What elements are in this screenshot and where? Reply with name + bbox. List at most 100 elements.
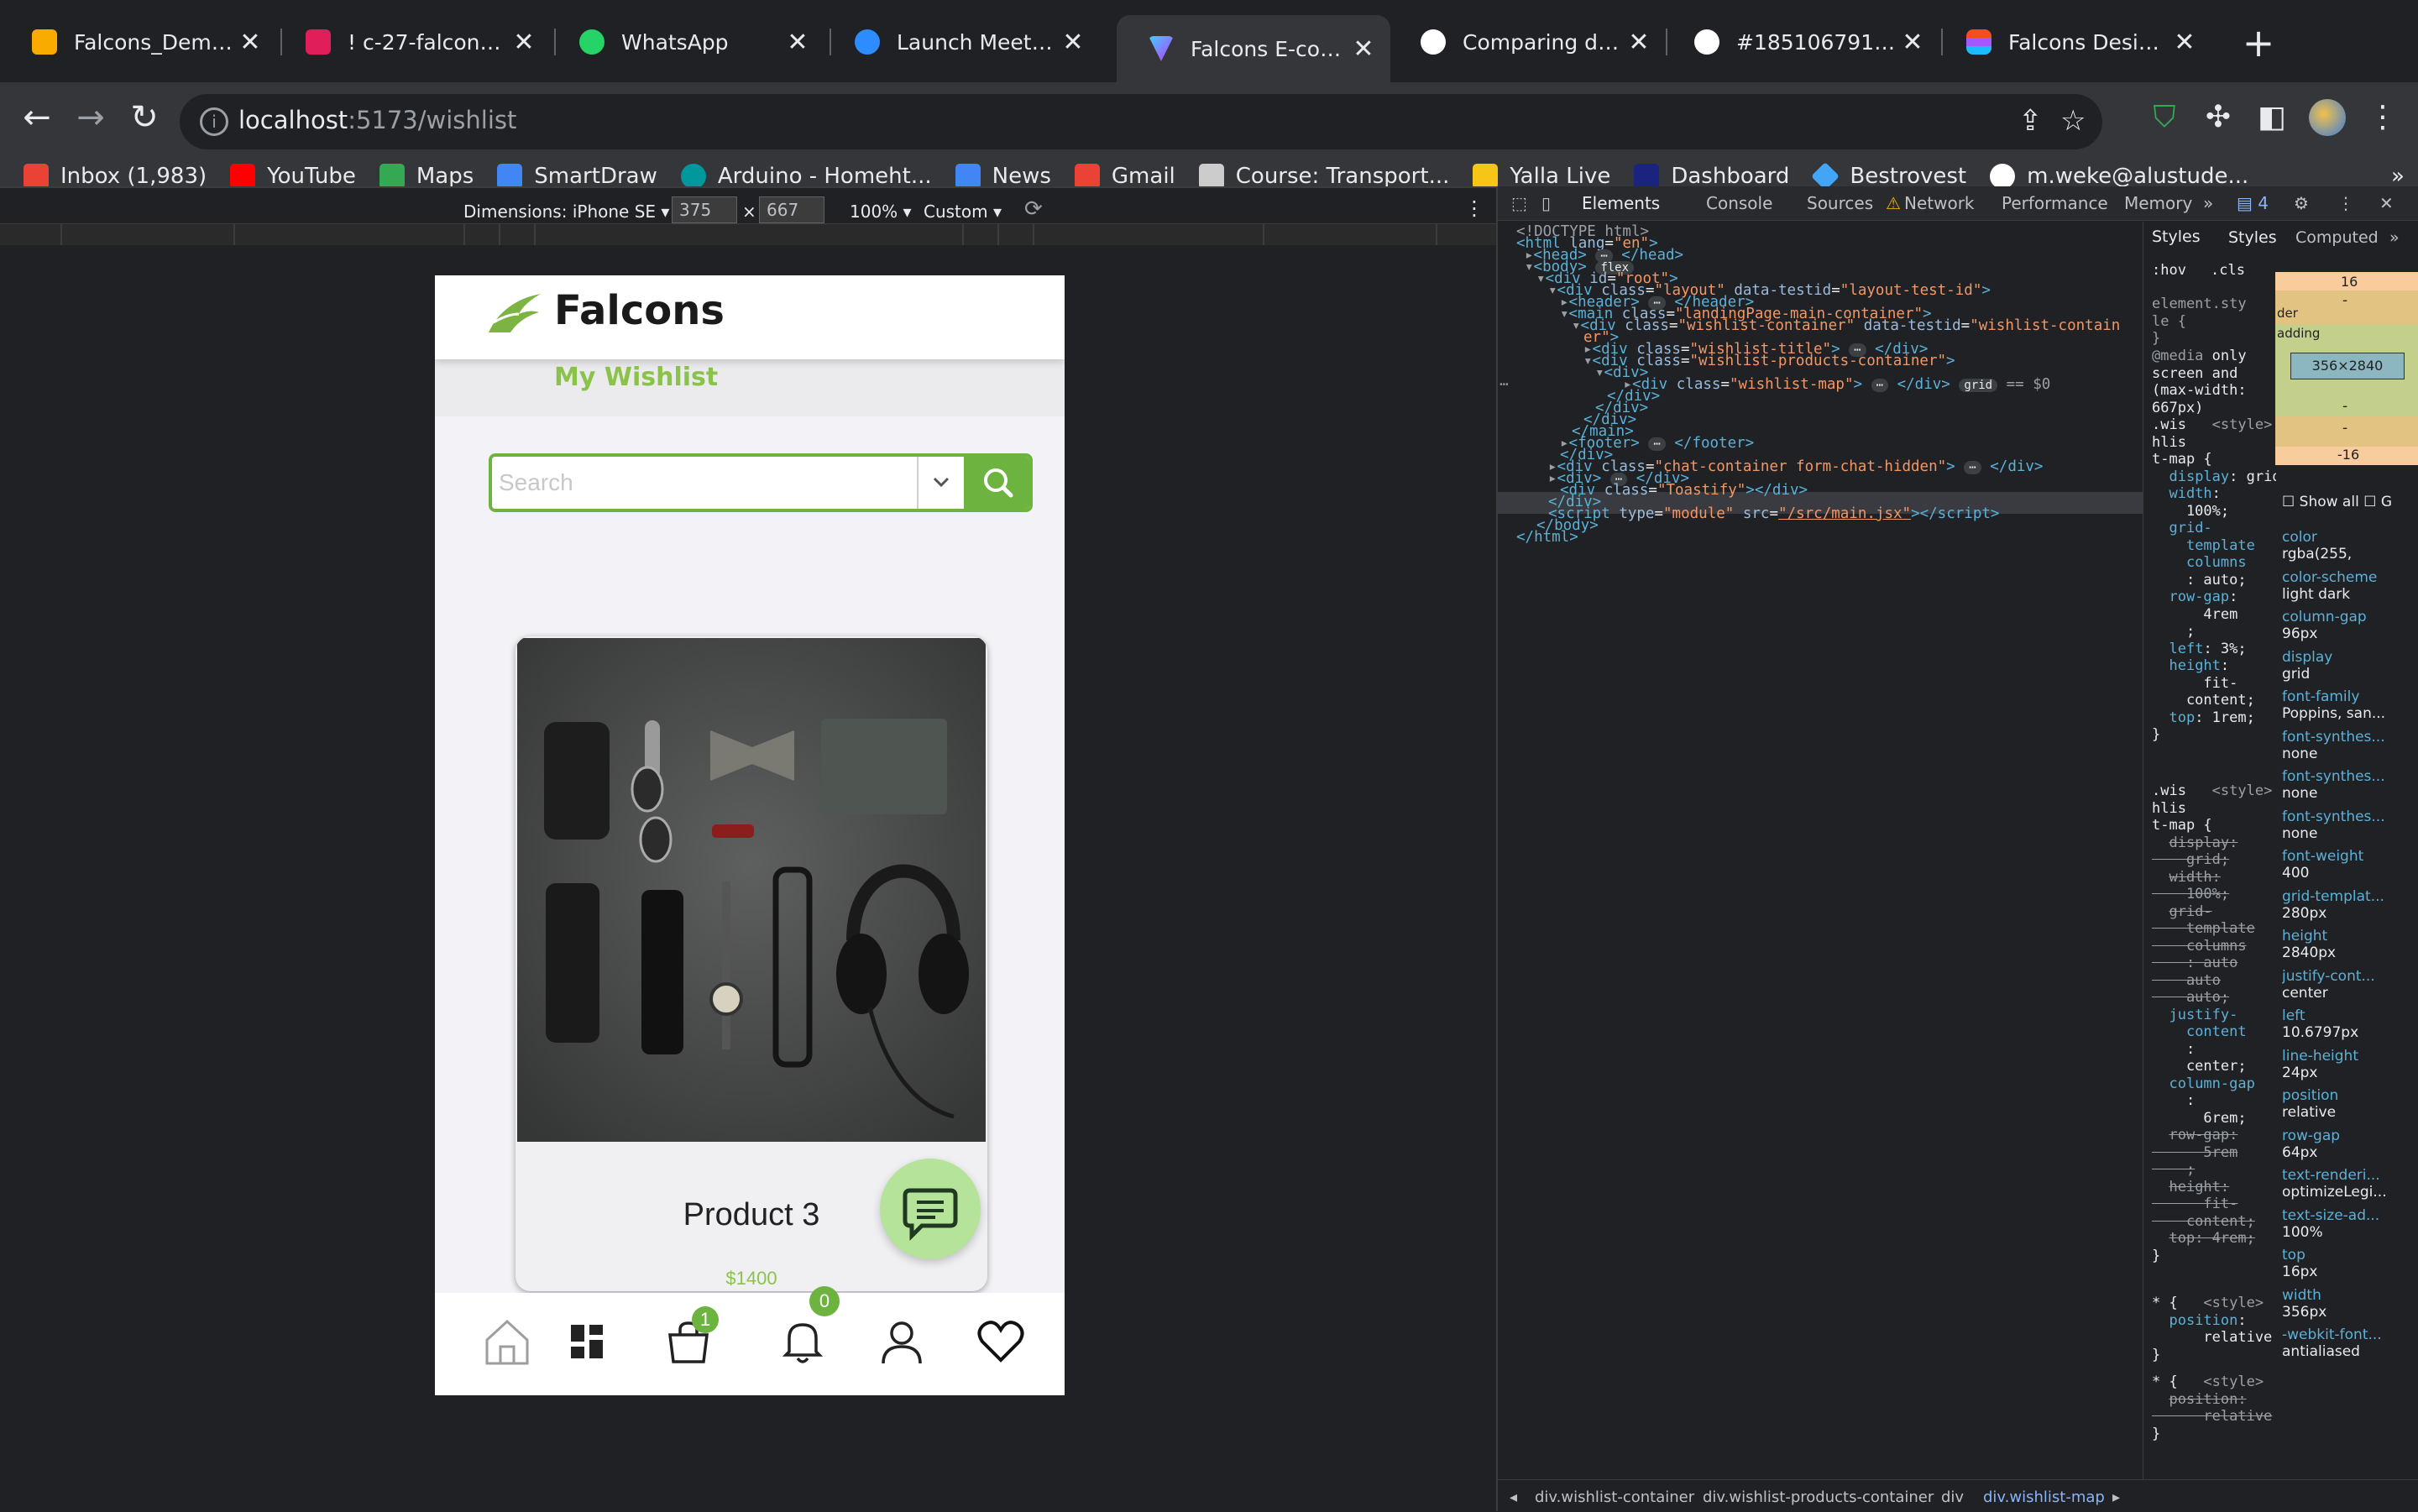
computed-property[interactable]: column-gap 96px — [2282, 609, 2418, 642]
share-icon[interactable]: ⇪ — [2018, 104, 2043, 138]
computed-property[interactable]: text-size-ad... 100% — [2282, 1207, 2418, 1241]
throttle-select[interactable]: Custom ▾ — [924, 201, 1002, 222]
product-image[interactable] — [517, 638, 986, 1142]
browser-tab[interactable]: Launch Meeting - ✕ — [823, 15, 1100, 69]
search-category-dropdown[interactable] — [917, 457, 964, 509]
new-tab-button[interactable]: + — [2233, 20, 2284, 65]
tab-performance[interactable]: Performance — [2002, 193, 2108, 213]
computed-property[interactable]: -webkit-font... antialiased — [2282, 1326, 2418, 1360]
close-tab-icon[interactable]: ✕ — [1347, 34, 1380, 64]
forward-button[interactable]: → — [65, 92, 116, 143]
bookmark-item[interactable]: YouTube — [230, 164, 356, 189]
computed-property[interactable]: color-scheme light dark — [2282, 569, 2418, 603]
profile-icon[interactable] — [875, 1315, 929, 1368]
bookmark-item[interactable]: Dashboard — [1634, 164, 1789, 189]
computed-property[interactable]: font-weight 400 — [2282, 848, 2418, 882]
computed-property[interactable]: top 16px — [2282, 1247, 2418, 1280]
bookmark-item[interactable]: Inbox (1,983) — [24, 164, 207, 189]
bookmark-item[interactable]: Gmail — [1074, 164, 1175, 189]
computed-property[interactable]: font-family Poppins, san... — [2282, 688, 2418, 722]
computed-property[interactable]: font-synthes... none — [2282, 768, 2418, 802]
computed-property[interactable]: font-synthes... none — [2282, 808, 2418, 842]
style-rule[interactable]: @media only screen and (max-width: 667px… — [2152, 348, 2276, 744]
bookmark-item[interactable]: SmartDraw — [497, 164, 657, 189]
search-button[interactable] — [964, 457, 1029, 509]
browser-tab[interactable]: WhatsApp ✕ — [547, 15, 824, 69]
styles-tab-label[interactable]: Styles — [2228, 228, 2277, 247]
tab-console[interactable]: Console — [1706, 193, 1772, 213]
bookmark-item[interactable]: m.weke@alustude... — [1990, 164, 2248, 189]
tab-network[interactable]: Network — [1904, 193, 1975, 213]
breadcrumb-item[interactable]: div.wishlist-container — [1535, 1488, 1694, 1506]
side-panel-icon[interactable]: ◧ — [2247, 92, 2297, 143]
bookmark-star-icon[interactable]: ☆ — [2060, 104, 2086, 138]
extensions-puzzle-icon[interactable]: ✣ — [2193, 92, 2243, 143]
computed-property[interactable]: grid-templat... 280px — [2282, 888, 2418, 922]
media-query-ruler[interactable] — [0, 223, 1496, 247]
computed-property[interactable]: color rgba(255, — [2282, 529, 2418, 562]
computed-tab-label[interactable]: Computed — [2295, 228, 2379, 247]
computed-property[interactable]: height 2840px — [2282, 928, 2418, 961]
bookmark-item[interactable]: Course: Transport... — [1198, 164, 1449, 189]
style-rule[interactable]: element.sty le { } — [2152, 296, 2247, 348]
browser-tab[interactable]: Falcons_Demo - G ✕ — [0, 15, 277, 69]
close-tab-icon[interactable]: ✕ — [1896, 28, 1929, 57]
reload-button[interactable]: ↻ — [119, 92, 170, 143]
address-bar[interactable]: i localhost:5173/wishlist ⇪ ☆ — [180, 94, 2102, 149]
brand-name[interactable]: Falcons — [554, 287, 725, 334]
cls-toggle[interactable]: .cls — [2211, 262, 2245, 280]
close-tab-icon[interactable]: ✕ — [507, 28, 541, 57]
computed-property[interactable]: justify-cont... center — [2282, 968, 2418, 1002]
tab-elements[interactable]: Elements — [1582, 193, 1660, 213]
dom-line[interactable]: </html> — [1516, 527, 1578, 549]
device-dimensions-select[interactable]: Dimensions: iPhone SE ▾ — [463, 201, 669, 222]
device-toolbar-menu-icon[interactable]: ⋮ — [1464, 196, 1484, 220]
wishlist-heart-icon[interactable] — [974, 1315, 1028, 1368]
bookmark-item[interactable]: Bestrovest — [1811, 162, 1966, 191]
dom-line[interactable]: ▾<div class="wishlist-container" data-te… — [1572, 316, 2120, 337]
rotate-icon[interactable]: ⟳ — [1024, 196, 1043, 222]
shield-extension-icon[interactable]: ⛉ — [2139, 92, 2190, 143]
more-bookmarks-button[interactable]: » — [2391, 164, 2405, 189]
dom-tree[interactable]: <!DOCTYPE html> <html lang="en"> ▸<head>… — [1498, 222, 2143, 1473]
bookmark-item[interactable]: Maps — [379, 164, 474, 189]
site-info-icon[interactable]: i — [200, 107, 228, 136]
computed-property[interactable]: row-gap 64px — [2282, 1127, 2418, 1161]
style-rule[interactable]: * { <style> position: relative } — [2152, 1295, 2272, 1363]
browser-tab[interactable]: ! c-27-falcons-de ✕ — [274, 15, 551, 69]
device-width-input[interactable] — [672, 196, 737, 223]
hov-toggle[interactable]: :hov — [2152, 262, 2186, 280]
browser-tab[interactable]: Falcons Design - ✕ — [1934, 15, 2211, 69]
bookmark-item[interactable]: News — [955, 164, 1051, 189]
inspect-element-icon[interactable]: ⬚ — [1511, 193, 1527, 213]
computed-property[interactable]: text-renderi... optimizeLegi... — [2282, 1167, 2418, 1201]
style-rule[interactable]: .wis <style> hlis t-map { display: grid;… — [2152, 782, 2272, 1264]
close-tab-icon[interactable]: ✕ — [781, 28, 814, 57]
computed-property[interactable]: width 356px — [2282, 1287, 2418, 1321]
tab-sources[interactable]: Sources — [1807, 193, 1873, 213]
chat-button[interactable] — [880, 1159, 981, 1259]
breadcrumb-prev-icon[interactable]: ◂ — [1510, 1488, 1517, 1506]
bell-icon[interactable] — [776, 1315, 830, 1368]
breadcrumb-next-icon[interactable]: ▸ — [2112, 1488, 2120, 1506]
computed-property[interactable]: position relative — [2282, 1087, 2418, 1121]
breadcrumb-item[interactable]: div.wishlist-products-container — [1703, 1488, 1934, 1506]
dom-line[interactable]: <script type="module" src="/src/main.jsx… — [1548, 504, 1999, 526]
show-all-checkbox[interactable]: ☐ Show all ☐ G — [2282, 494, 2392, 510]
close-tab-icon[interactable]: ✕ — [1056, 28, 1090, 57]
computed-property[interactable]: line-height 24px — [2282, 1048, 2418, 1081]
home-icon[interactable] — [480, 1315, 534, 1368]
falcon-logo-icon[interactable] — [485, 289, 544, 339]
categories-grid-icon[interactable] — [561, 1315, 615, 1368]
devtools-menu-icon[interactable]: ⋮ — [2337, 193, 2354, 213]
box-model-diagram[interactable]: 356×2840 16 der adding - - - -16 — [2275, 272, 2418, 465]
search-input[interactable] — [492, 457, 917, 509]
styles-tab[interactable]: Styles — [2152, 228, 2201, 246]
style-rule[interactable]: * { <style> position: relative } — [2152, 1373, 2272, 1442]
zoom-select[interactable]: 100% ▾ — [850, 201, 912, 222]
tab-memory[interactable]: Memory — [2124, 193, 2192, 213]
device-toggle-icon[interactable]: ▯ — [1541, 193, 1551, 213]
computed-property[interactable]: left 10.6797px — [2282, 1007, 2418, 1041]
browser-tab[interactable]: Comparing develo ✕ — [1389, 15, 1666, 69]
back-button[interactable]: ← — [12, 92, 62, 143]
